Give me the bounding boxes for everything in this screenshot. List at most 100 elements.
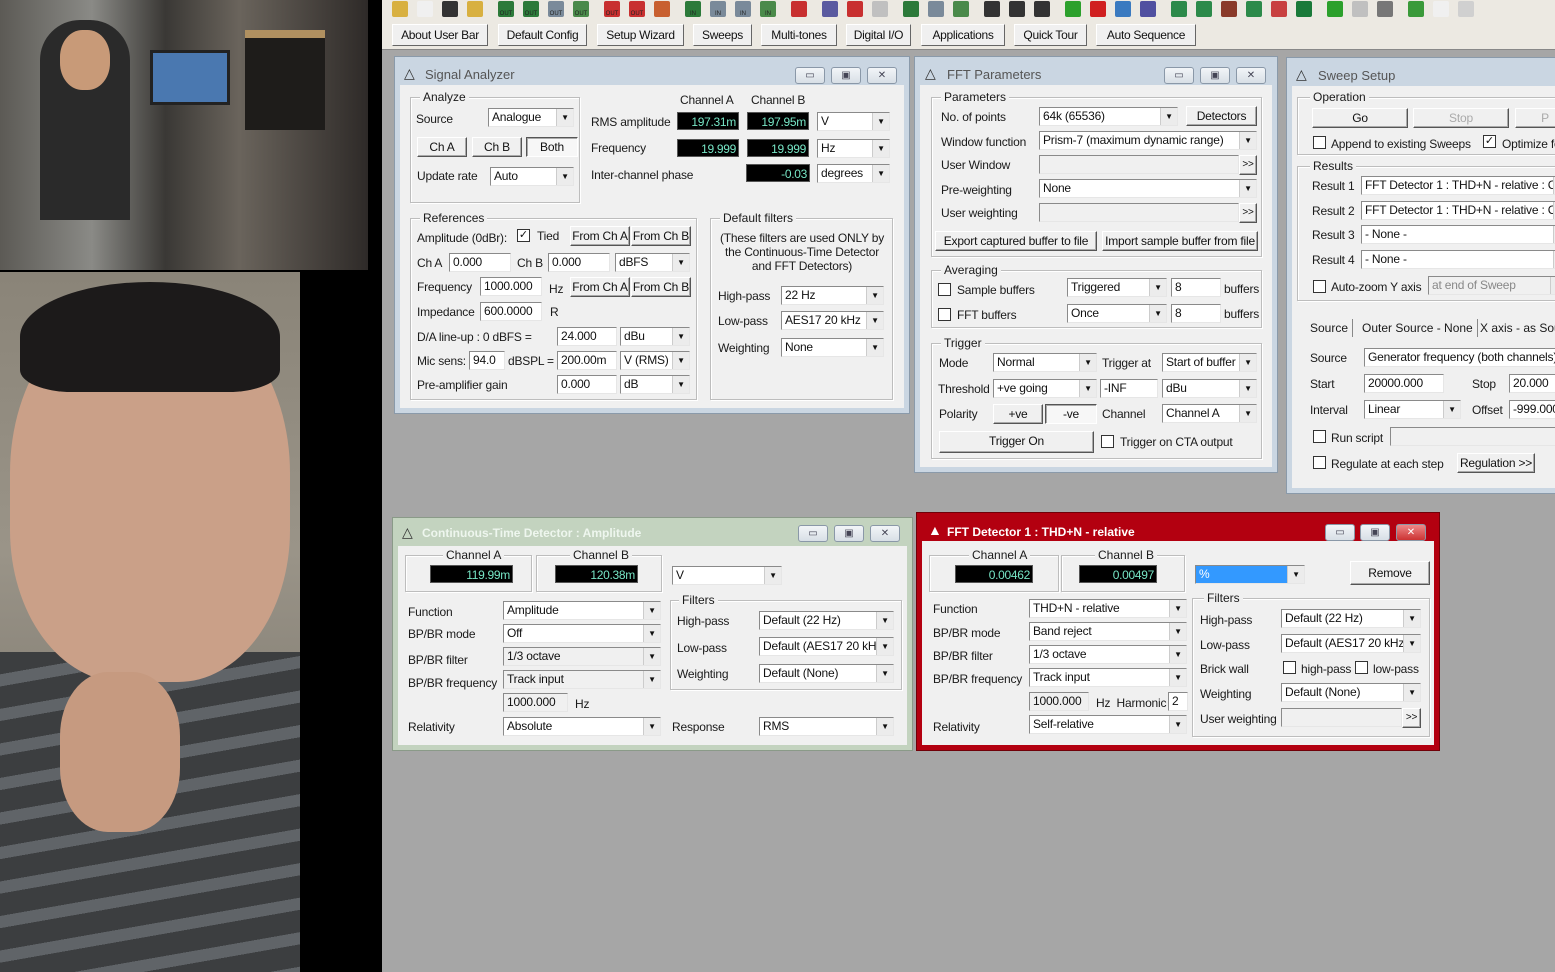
append-sweeps-checkbox[interactable] xyxy=(1313,136,1326,149)
brick-hp-checkbox[interactable] xyxy=(1283,661,1296,674)
ref-cha-input[interactable]: 0.000 xyxy=(449,253,511,272)
amp-from-ch-a-button[interactable]: From Ch A xyxy=(570,226,630,246)
impedance-input[interactable]: 600.0000 xyxy=(480,302,542,321)
minimize-icon[interactable]: ▭ xyxy=(1164,67,1194,84)
maximize-icon[interactable]: ▣ xyxy=(831,67,861,84)
graph-4-icon[interactable] xyxy=(1246,1,1262,17)
generator-off-2-icon[interactable]: OUT xyxy=(629,1,645,17)
run-script-checkbox[interactable] xyxy=(1313,430,1326,443)
trigger-at-select[interactable]: Start of buffer xyxy=(1162,353,1257,372)
sweep-settings-icon[interactable] xyxy=(1140,1,1156,17)
user-weighting-browse-button[interactable]: >> xyxy=(1239,203,1257,223)
export-buffer-button[interactable]: Export captured buffer to file xyxy=(935,231,1097,251)
rms-unit-select[interactable]: V xyxy=(817,112,890,131)
script-disabled-icon[interactable] xyxy=(1352,1,1368,17)
script-path-input[interactable] xyxy=(1390,427,1555,446)
fft-det-relativity-select[interactable]: Self-relative xyxy=(1029,715,1187,734)
sweep-source-select[interactable]: Generator frequency (both channels) xyxy=(1364,348,1555,367)
digital-io-button[interactable]: Digital I/O xyxy=(846,24,911,46)
threshold-select[interactable]: +ve going xyxy=(993,379,1097,398)
disabled-icon[interactable] xyxy=(1458,1,1474,17)
go-green-icon[interactable] xyxy=(1065,1,1081,17)
maximize-icon[interactable]: ▣ xyxy=(834,525,864,542)
fft-count-spinner[interactable]: 8 xyxy=(1171,304,1221,323)
ct-weighting-select[interactable]: Default (None) xyxy=(759,664,894,683)
channel-2-icon[interactable] xyxy=(928,1,944,17)
generator-out-2-icon[interactable]: OUT xyxy=(523,1,539,17)
source-select[interactable]: Analogue xyxy=(488,108,574,127)
preamp-unit-select[interactable]: dB xyxy=(620,375,690,394)
window-function-select[interactable]: Prism-7 (maximum dynamic range) xyxy=(1039,131,1257,150)
fft-det-weighting-select[interactable]: Default (None) xyxy=(1281,683,1421,702)
ct-response-select[interactable]: RMS xyxy=(759,717,894,736)
fft-det-unit-select[interactable]: % xyxy=(1195,565,1305,584)
sweep-icon[interactable] xyxy=(1115,1,1131,17)
user-window-input[interactable] xyxy=(1039,155,1239,174)
minimize-icon[interactable]: ▭ xyxy=(1325,524,1355,541)
points-select[interactable]: 64k (65536) xyxy=(1039,107,1178,126)
channel-ab-2-icon[interactable] xyxy=(1009,1,1025,17)
graph-5-icon[interactable] xyxy=(1271,1,1287,17)
waveform-icon[interactable] xyxy=(822,1,838,17)
dropdown-2-icon[interactable] xyxy=(1433,1,1449,17)
autozoom-checkbox[interactable] xyxy=(1313,280,1326,293)
pre-weighting-select[interactable]: None xyxy=(1039,179,1257,198)
sample-mode-select[interactable]: Triggered xyxy=(1067,278,1167,297)
fft-det-hp-select[interactable]: Default (22 Hz) xyxy=(1281,609,1421,628)
ch-a-button[interactable]: Ch A xyxy=(417,137,467,157)
quick-tour-button[interactable]: Quick Tour xyxy=(1014,24,1087,46)
graph-3-icon[interactable] xyxy=(1221,1,1237,17)
start-input[interactable]: 20000.000 xyxy=(1364,374,1444,393)
polarity-negative-button[interactable]: -ve xyxy=(1045,404,1097,424)
ct-function-select[interactable]: Amplitude xyxy=(503,601,661,620)
ct-lp-select[interactable]: Default (AES17 20 kH xyxy=(759,637,894,656)
multi-tones-button[interactable]: Multi-tones xyxy=(761,24,837,46)
record-red-icon[interactable] xyxy=(1090,1,1106,17)
sample-count-spinner[interactable]: 8 xyxy=(1171,278,1221,297)
ct-hp-select[interactable]: Default (22 Hz) xyxy=(759,611,894,630)
detectors-button[interactable]: Detectors xyxy=(1186,106,1257,126)
generator-out-1-icon[interactable]: OUT xyxy=(498,1,514,17)
freq-unit-select[interactable]: Hz xyxy=(817,139,890,158)
weighting-select[interactable]: None xyxy=(781,338,884,357)
ct-freq-select[interactable]: Track input xyxy=(503,670,661,689)
user-window-browse-button[interactable]: >> xyxy=(1239,155,1257,175)
update-rate-select[interactable]: Auto xyxy=(490,167,574,186)
ch-b-button[interactable]: Ch B xyxy=(472,137,522,157)
go-button[interactable]: Go xyxy=(1312,108,1408,128)
fft-det-mode-select[interactable]: Band reject xyxy=(1029,622,1187,641)
mic-unit-select[interactable]: V (RMS) xyxy=(620,351,690,370)
both-button[interactable]: Both xyxy=(526,137,578,157)
generator-off-1-icon[interactable]: OUT xyxy=(604,1,620,17)
graph-2-icon[interactable] xyxy=(1196,1,1212,17)
applications-button[interactable]: Applications xyxy=(921,24,1005,46)
threshold-unit-select[interactable]: dBu xyxy=(1162,379,1257,398)
maximize-icon[interactable]: ▣ xyxy=(1200,67,1230,84)
da-unit-select[interactable]: dBu xyxy=(620,327,690,346)
generator-out-3-icon[interactable]: OUT xyxy=(548,1,564,17)
sweeps-button[interactable]: Sweeps xyxy=(693,24,752,46)
about-user-bar-button[interactable]: About User Bar xyxy=(392,24,488,46)
minimize-icon[interactable]: ▭ xyxy=(795,67,825,84)
waveform-disabled-icon[interactable] xyxy=(872,1,888,17)
save-as-icon[interactable] xyxy=(467,1,483,17)
user-weighting-input[interactable] xyxy=(1039,203,1239,222)
result-4-select[interactable]: - None - xyxy=(1361,250,1555,269)
regulation-button[interactable]: Regulation >> xyxy=(1457,453,1535,473)
stop-all-icon[interactable] xyxy=(791,1,807,17)
ref-frequency-input[interactable]: 1000.000 xyxy=(480,277,542,296)
trigger-on-button[interactable]: Trigger On xyxy=(939,431,1094,453)
fft-buffers-checkbox[interactable] xyxy=(938,308,951,321)
polarity-positive-button[interactable]: +ve xyxy=(993,404,1043,424)
tied-checkbox[interactable]: ✓ xyxy=(517,229,530,242)
freq-from-ch-b-button[interactable]: From Ch B xyxy=(631,277,691,297)
export-icon[interactable] xyxy=(1408,1,1424,17)
mic-voltage-input[interactable]: 200.00m xyxy=(557,351,617,370)
fft-det-filter-select[interactable]: 1/3 octave xyxy=(1029,645,1187,664)
hp-select[interactable]: 22 Hz xyxy=(781,286,884,305)
ct-relativity-select[interactable]: Absolute xyxy=(503,717,661,736)
preamp-gain-input[interactable]: 0.000 xyxy=(557,375,617,394)
brick-lp-checkbox[interactable] xyxy=(1355,661,1368,674)
ct-filter-select[interactable]: 1/3 octave xyxy=(503,647,661,666)
optimize-checkbox[interactable]: ✓ xyxy=(1483,135,1496,148)
